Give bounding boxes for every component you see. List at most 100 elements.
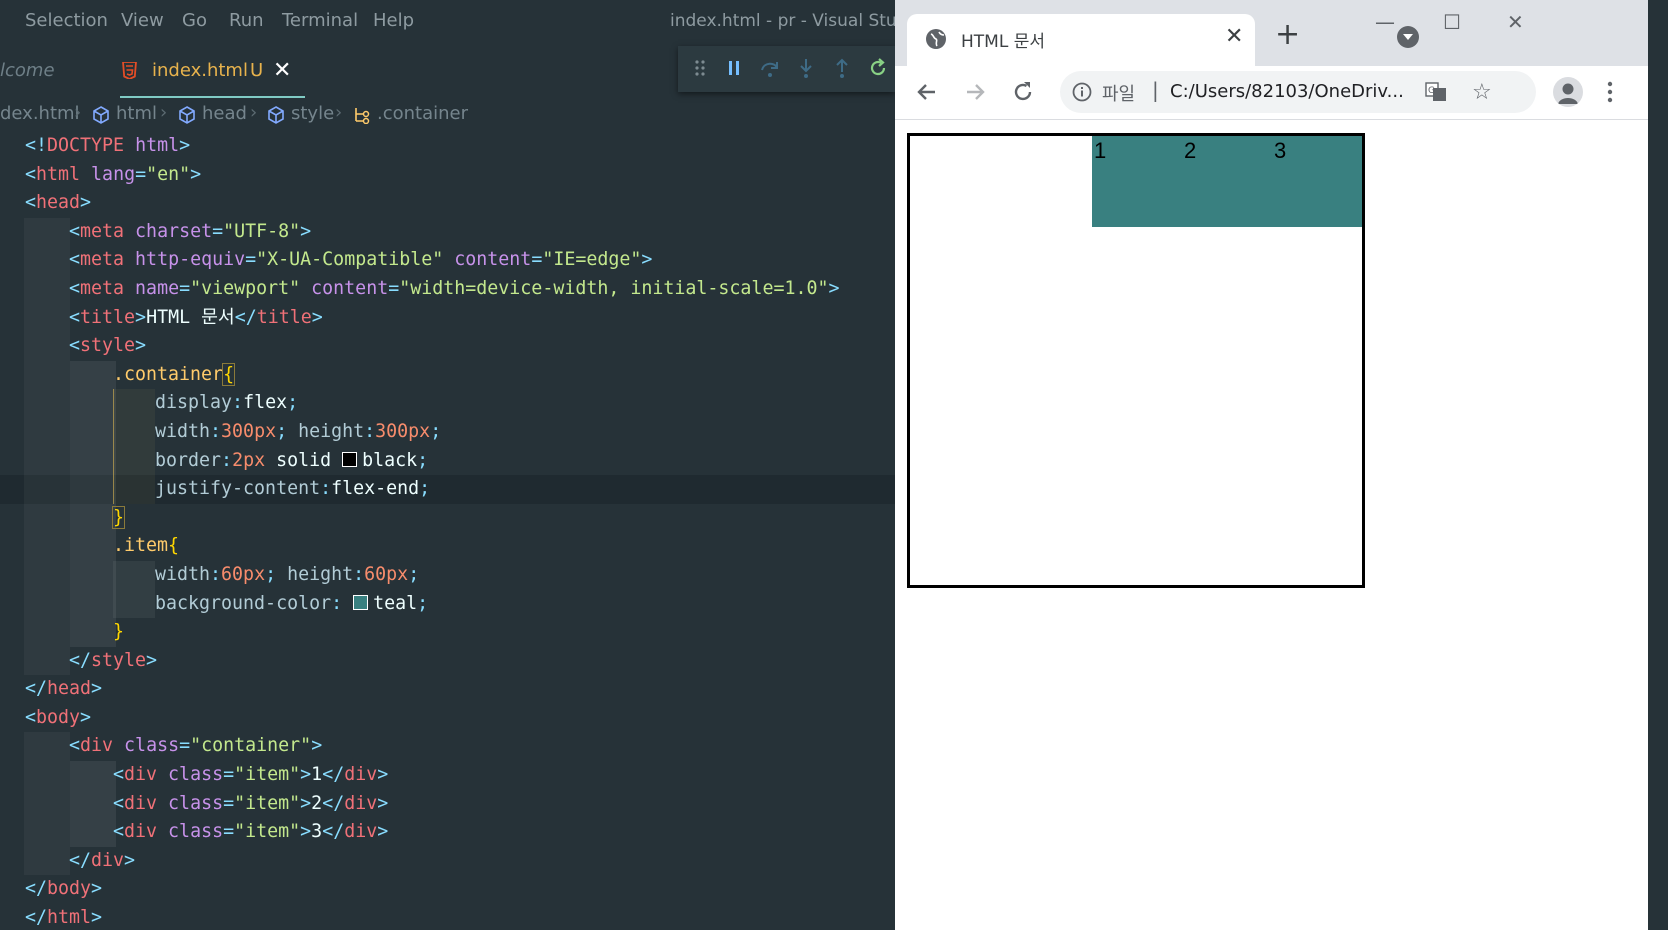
code-line: <div class="container"> [0, 732, 895, 762]
url-text[interactable]: C:/Users/82103/OneDriv... [1170, 81, 1404, 102]
breadcrumb-file[interactable]: dex.html [0, 103, 80, 124]
breadcrumb-container[interactable]: .container [377, 103, 468, 124]
code-editor[interactable]: <!DOCTYPE html> <html lang="en"> <head> … [0, 132, 895, 930]
drag-handle-icon[interactable] [688, 56, 712, 80]
forward-icon[interactable] [961, 78, 989, 106]
code-line: <meta http-equiv="X-UA-Compatible" conte… [0, 246, 895, 275]
page-viewport: 1 2 3 [895, 121, 1648, 930]
css-selector-icon [355, 108, 370, 124]
code-line: </div> [0, 846, 895, 876]
menu-help[interactable]: Help [373, 10, 414, 31]
code-line: .container{ [0, 360, 895, 390]
breadcrumb-html[interactable]: html [116, 103, 157, 124]
breadcrumb-chevron-icon: › [250, 102, 258, 123]
breadcrumb-head[interactable]: head [202, 103, 247, 124]
globe-icon [926, 29, 946, 49]
code-line: <!DOCTYPE html> [25, 135, 191, 156]
code-line: </style> [0, 646, 895, 676]
code-line: </body> [25, 878, 103, 900]
tab-close-icon[interactable]: ✕ [273, 44, 291, 98]
code-line: </head> [25, 678, 103, 700]
profile-icon[interactable] [1553, 77, 1583, 107]
flex-item-3: 3 [1272, 136, 1362, 227]
info-icon[interactable] [1072, 82, 1092, 102]
url-scheme-label: 파일 [1102, 84, 1136, 105]
element-cube-icon [179, 106, 195, 124]
flex-item-1: 1 [1092, 136, 1182, 227]
code-line: width:60px; height:60px; [0, 560, 895, 590]
flex-item-2: 2 [1182, 136, 1272, 227]
pause-icon[interactable] [722, 56, 746, 80]
background-editor-edge [1648, 0, 1668, 930]
code-line: .item{ [0, 532, 895, 561]
element-cube-icon [268, 106, 284, 124]
code-line: width:300px; height:300px; [0, 417, 895, 447]
minimize-icon[interactable]: — [1375, 10, 1395, 34]
flex-container: 1 2 3 [907, 133, 1365, 588]
code-line: } [0, 503, 895, 533]
chrome-tab[interactable]: HTML 문서 ✕ [907, 14, 1255, 66]
element-cube-icon [93, 106, 109, 124]
chrome-tab-close-icon[interactable]: ✕ [1225, 24, 1243, 49]
menu-run[interactable]: Run [229, 10, 264, 31]
back-icon[interactable] [913, 78, 941, 106]
step-into-icon[interactable] [794, 56, 818, 80]
window-title: index.html - pr - Visual Studio Code [670, 11, 895, 31]
menu-view[interactable]: View [121, 10, 164, 31]
address-bar[interactable]: 파일 | C:/Users/82103/OneDriv... G ☆ [1060, 71, 1536, 113]
code-line: <title>HTML 문서</title> [0, 303, 895, 333]
new-tab-button[interactable]: + [1275, 20, 1300, 50]
code-line: <div class="item">3</div> [0, 818, 895, 847]
step-out-icon[interactable] [830, 56, 854, 80]
url-separator: | [1152, 78, 1159, 102]
code-line: <meta name="viewport" content="width=dev… [0, 274, 895, 304]
code-line: <body> [25, 706, 92, 728]
tab-search-icon[interactable] [1397, 26, 1419, 48]
breadcrumb-chevron-icon: › [74, 102, 82, 123]
window-close-icon[interactable]: ✕ [1507, 10, 1524, 34]
code-line: <div class="item">1</div> [0, 761, 895, 790]
tab-welcome[interactable]: lcome [0, 44, 55, 98]
chrome-window: HTML 문서 ✕ + — ☐ ✕ 파일 | C:/Users/82103/On… [895, 0, 1648, 930]
menu-selection[interactable]: Selection [25, 10, 108, 31]
menu-bar: : Selection View Go Run Terminal Help in… [0, 0, 895, 44]
code-line: border:2px solid black; [0, 446, 895, 476]
translate-icon[interactable]: G [1425, 82, 1447, 102]
chrome-toolbar: 파일 | C:/Users/82103/OneDriv... G ☆ [895, 66, 1648, 120]
breadcrumb-chevron-icon: › [335, 102, 343, 123]
svg-text:G: G [1428, 86, 1435, 96]
menu-go[interactable]: Go [182, 10, 207, 31]
code-line: <style> [0, 332, 895, 361]
code-line: <html lang="en"> [25, 163, 202, 185]
menu-edge: : [0, 10, 2, 31]
breadcrumb: dex.html › html › head › style › .contai… [0, 100, 895, 130]
code-line-current: justify-content:flex-end; [0, 475, 895, 504]
vscode-window: : Selection View Go Run Terminal Help in… [0, 0, 895, 930]
code-line: <meta charset="UTF-8"> [0, 217, 895, 247]
kebab-menu-icon[interactable] [1607, 78, 1613, 106]
breadcrumb-style[interactable]: style [291, 103, 334, 124]
chrome-tab-strip: HTML 문서 ✕ + — ☐ ✕ [895, 0, 1648, 66]
menu-terminal[interactable]: Terminal [282, 10, 358, 31]
breadcrumb-chevron-icon: › [160, 102, 168, 123]
tab-index-label: index.html [152, 60, 248, 81]
color-swatch-teal[interactable] [353, 594, 369, 610]
bookmark-star-icon[interactable]: ☆ [1472, 80, 1492, 105]
color-swatch-black[interactable] [342, 451, 358, 467]
code-line: <head> [25, 192, 92, 214]
chrome-tab-title: HTML 문서 [961, 32, 1045, 52]
code-line: } [0, 618, 895, 647]
code-line: <div class="item">2</div> [0, 789, 895, 819]
code-line: background-color: teal; [0, 589, 895, 619]
tab-welcome-label: lcome [0, 60, 55, 81]
untracked-badge: U [250, 60, 264, 81]
maximize-icon[interactable]: ☐ [1443, 10, 1461, 34]
code-line: display:flex; [0, 389, 895, 418]
step-over-icon[interactable] [758, 56, 782, 80]
reload-icon[interactable] [1009, 78, 1037, 106]
html5-file-icon [122, 62, 137, 79]
restart-icon[interactable] [866, 56, 890, 80]
code-line: </html> [25, 907, 103, 929]
tab-index-html[interactable]: index.html U ✕ [120, 44, 305, 98]
debug-toolbar [678, 46, 895, 92]
